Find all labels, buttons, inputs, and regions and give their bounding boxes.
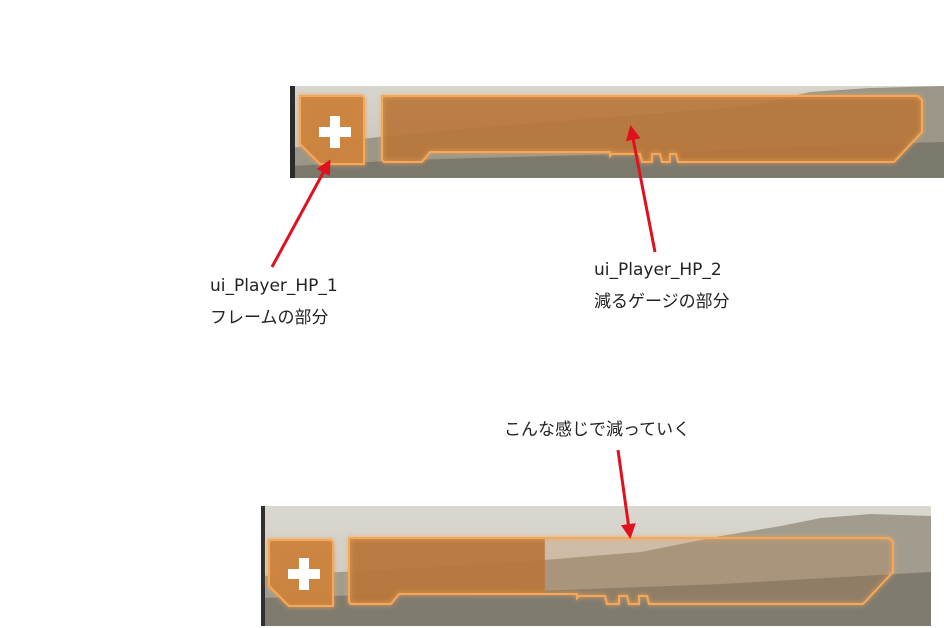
frame-part-name: ui_Player_HP_1 — [210, 276, 338, 296]
left-dark-edge — [290, 86, 295, 178]
depletion-note: こんな感じで減っていく — [504, 420, 691, 440]
gauge-part-name: ui_Player_HP_2 — [594, 260, 722, 280]
hp-bar-low-panel — [261, 506, 931, 626]
left-dark-edge — [261, 506, 265, 626]
gauge-caption: ui_Player_HP_2 減るゲージの部分 — [594, 254, 730, 318]
frame-part-description: フレームの部分 — [210, 308, 329, 328]
hp-bar-full — [290, 86, 944, 178]
hp-bar-low — [261, 506, 931, 626]
hp-bar-full-panel — [290, 86, 944, 178]
gauge-part-description: 減るゲージの部分 — [594, 292, 730, 312]
frame-caption: ui_Player_HP_1 フレームの部分 — [210, 270, 338, 334]
